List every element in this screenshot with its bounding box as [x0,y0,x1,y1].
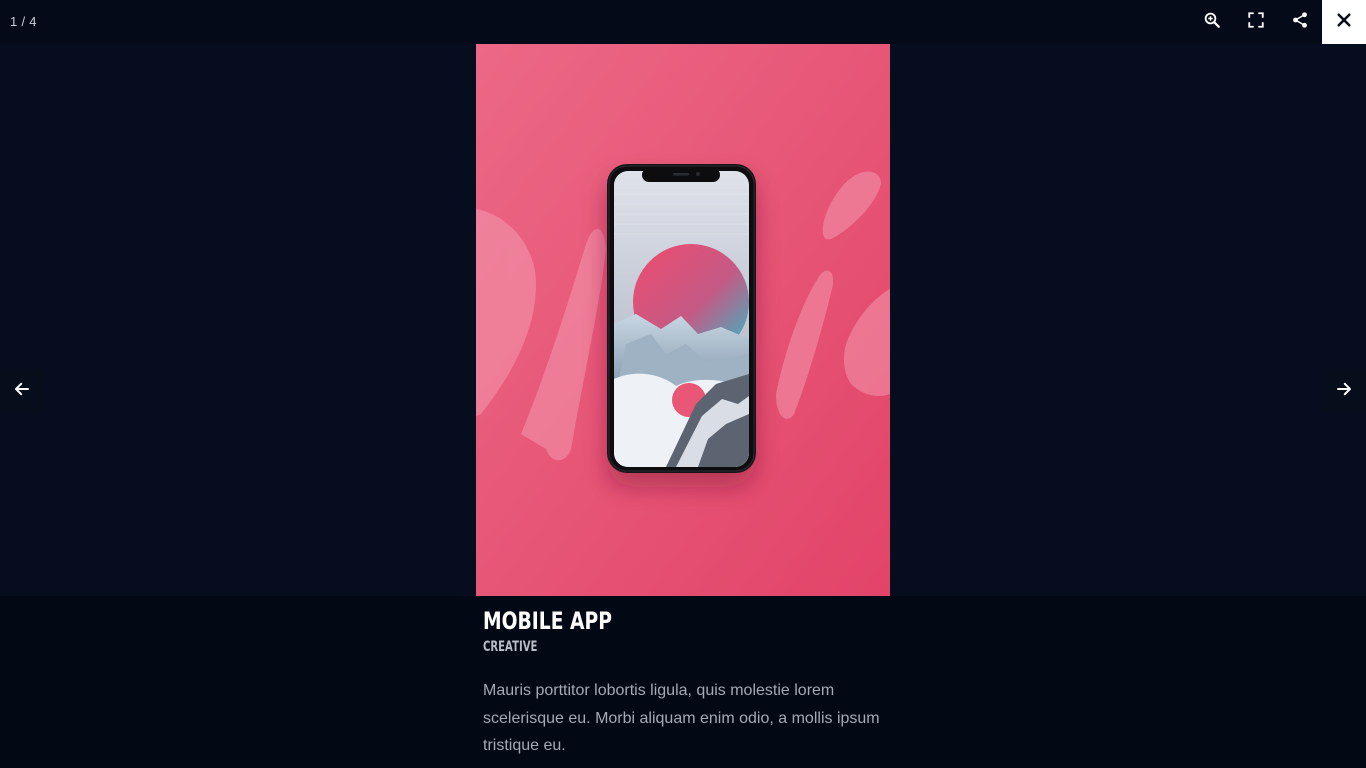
zoom-in-icon [1203,11,1221,34]
slide-caption: MOBILE APP CREATIVE Mauris porttitor lob… [483,606,903,760]
fullscreen-button[interactable] [1234,0,1278,44]
share-button[interactable] [1278,0,1322,44]
close-icon [1335,11,1353,34]
share-icon [1291,11,1309,34]
prev-slide-button[interactable] [0,369,44,413]
next-slide-button[interactable] [1322,369,1366,413]
close-button[interactable] [1322,0,1366,44]
caption-category: CREATIVE [483,639,538,655]
caption-description: Mauris porttitor lobortis ligula, quis m… [483,682,880,754]
slide-counter: 1 / 4 [10,14,37,29]
arrow-left-icon [13,380,31,403]
fullscreen-icon [1247,11,1265,34]
caption-title: MOBILE APP [483,607,612,635]
zoom-button[interactable] [1190,0,1234,44]
viewer-toolbar: 1 / 4 [0,0,1366,44]
slide-image[interactable] [476,44,890,596]
arrow-right-icon [1335,380,1353,403]
phone-mockup-image [476,44,890,596]
